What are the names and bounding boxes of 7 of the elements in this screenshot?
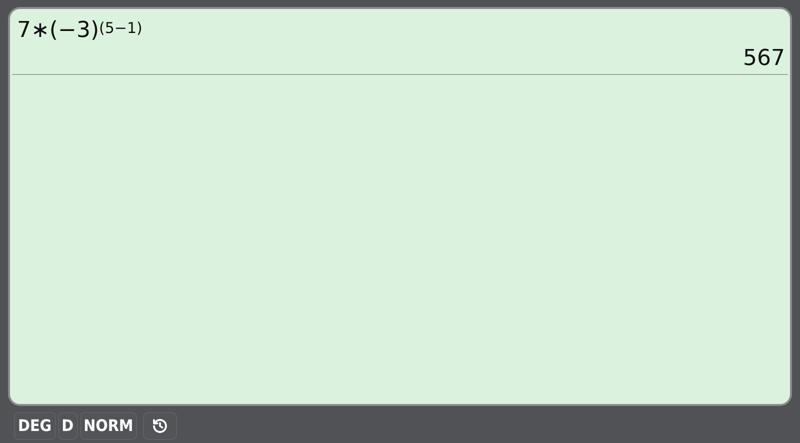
history-button[interactable] bbox=[143, 412, 178, 440]
mode-button[interactable]: DEG bbox=[14, 412, 56, 440]
result: 567 bbox=[743, 45, 786, 73]
mode-button[interactable]: NORM bbox=[80, 412, 138, 440]
expression: 7∗(−3)$^{(5−1)}$ bbox=[16, 17, 144, 45]
mode-button[interactable]: D bbox=[58, 412, 78, 440]
history-icon bbox=[151, 417, 170, 435]
